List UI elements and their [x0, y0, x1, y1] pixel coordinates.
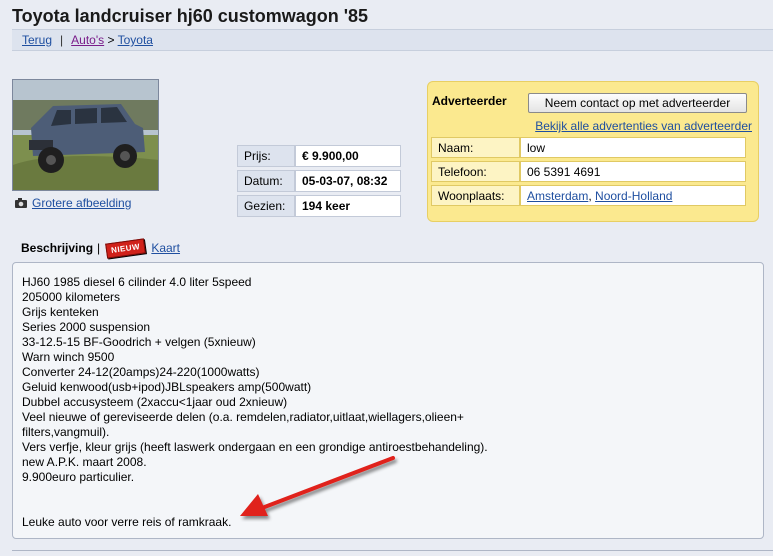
detail-row-price: Prijs: € 9.900,00	[237, 145, 401, 167]
advertiser-info: Naam: low Telefoon: 06 5391 4691 Woonpla…	[431, 134, 746, 209]
province-link[interactable]: Noord-Holland	[595, 189, 672, 203]
description-line: 205000 kilometers	[22, 290, 121, 304]
price-label: Prijs:	[237, 145, 295, 167]
tab-separator: |	[97, 241, 101, 255]
back-link[interactable]: Terug	[22, 33, 52, 47]
breadcrumb: Terug | Auto's > Toyota	[12, 29, 773, 51]
phone-value: 06 5391 4691	[520, 161, 746, 182]
advertiser-heading: Adverteerder	[432, 94, 507, 108]
description-line: Dubbel accusysteem (2xaccu<1jaar oud 2xn…	[22, 395, 288, 409]
listing-details: Prijs: € 9.900,00 Datum: 05-03-07, 08:32…	[237, 142, 401, 220]
breadcrumb-separator: |	[60, 33, 64, 47]
all-ads-link[interactable]: Bekijk alle advertenties van adverteerde…	[535, 119, 752, 133]
views-label: Gezien:	[237, 195, 295, 217]
description-line: Grijs kenteken	[22, 305, 99, 319]
breadcrumb-brand-link[interactable]: Toyota	[118, 33, 153, 47]
city-value: Amsterdam, Noord-Holland	[520, 185, 746, 206]
city-label: Woonplaats:	[431, 185, 520, 206]
larger-image-link[interactable]: Grotere afbeelding	[32, 196, 131, 210]
description-line: Converter 24-12(20amps)24-220(1000watts)	[22, 365, 260, 379]
car-photo-image	[13, 80, 158, 190]
description-line: Series 2000 suspension	[22, 320, 151, 334]
new-badge: NIEUW	[105, 237, 147, 259]
description-line: Geluid kenwood(usb+ipod)JBLspeakers amp(…	[22, 380, 312, 394]
content-tabs: Beschrijving | NIEUW Kaart	[21, 237, 180, 259]
city-link[interactable]: Amsterdam	[527, 189, 588, 203]
contact-advertiser-button[interactable]: Neem contact op met adverteerder	[528, 93, 747, 113]
detail-row-views: Gezien: 194 keer	[237, 195, 401, 217]
date-value: 05-03-07, 08:32	[295, 170, 401, 192]
camera-icon	[15, 198, 27, 208]
phone-label: Telefoon:	[431, 161, 520, 182]
advertiser-panel: Adverteerder Neem contact op met adverte…	[427, 81, 759, 222]
advertiser-row-phone: Telefoon: 06 5391 4691	[431, 161, 746, 182]
description-line: filters,vangmuil).	[22, 425, 110, 439]
tab-description[interactable]: Beschrijving	[21, 241, 93, 255]
larger-image-row: Grotere afbeelding	[15, 196, 131, 210]
advertiser-row-city: Woonplaats: Amsterdam, Noord-Holland	[431, 185, 746, 206]
advertiser-row-name: Naam: low	[431, 137, 746, 158]
annotation-arrow-icon	[240, 456, 395, 516]
breadcrumb-arrow: >	[107, 33, 115, 47]
bottom-divider	[12, 550, 773, 551]
views-value: 194 keer	[295, 195, 401, 217]
description-line: HJ60 1985 diesel 6 cilinder 4.0 liter 5s…	[22, 275, 252, 289]
city-separator: ,	[588, 188, 592, 203]
breadcrumb-category-link[interactable]: Auto's	[71, 33, 104, 47]
date-label: Datum:	[237, 170, 295, 192]
price-value: € 9.900,00	[295, 145, 401, 167]
description-line: Veel nieuwe of gereviseerde delen (o.a. …	[22, 410, 464, 424]
car-photo[interactable]	[12, 79, 159, 191]
tab-map[interactable]: Kaart	[151, 241, 180, 255]
description-line: 33-12.5-15 BF-Goodrich + velgen (5xnieuw…	[22, 335, 256, 349]
name-label: Naam:	[431, 137, 520, 158]
name-value: low	[520, 137, 746, 158]
description-line: Warn winch 9500	[22, 350, 115, 364]
page-title: Toyota landcruiser hj60 customwagon '85	[12, 6, 369, 26]
detail-row-date: Datum: 05-03-07, 08:32	[237, 170, 401, 192]
